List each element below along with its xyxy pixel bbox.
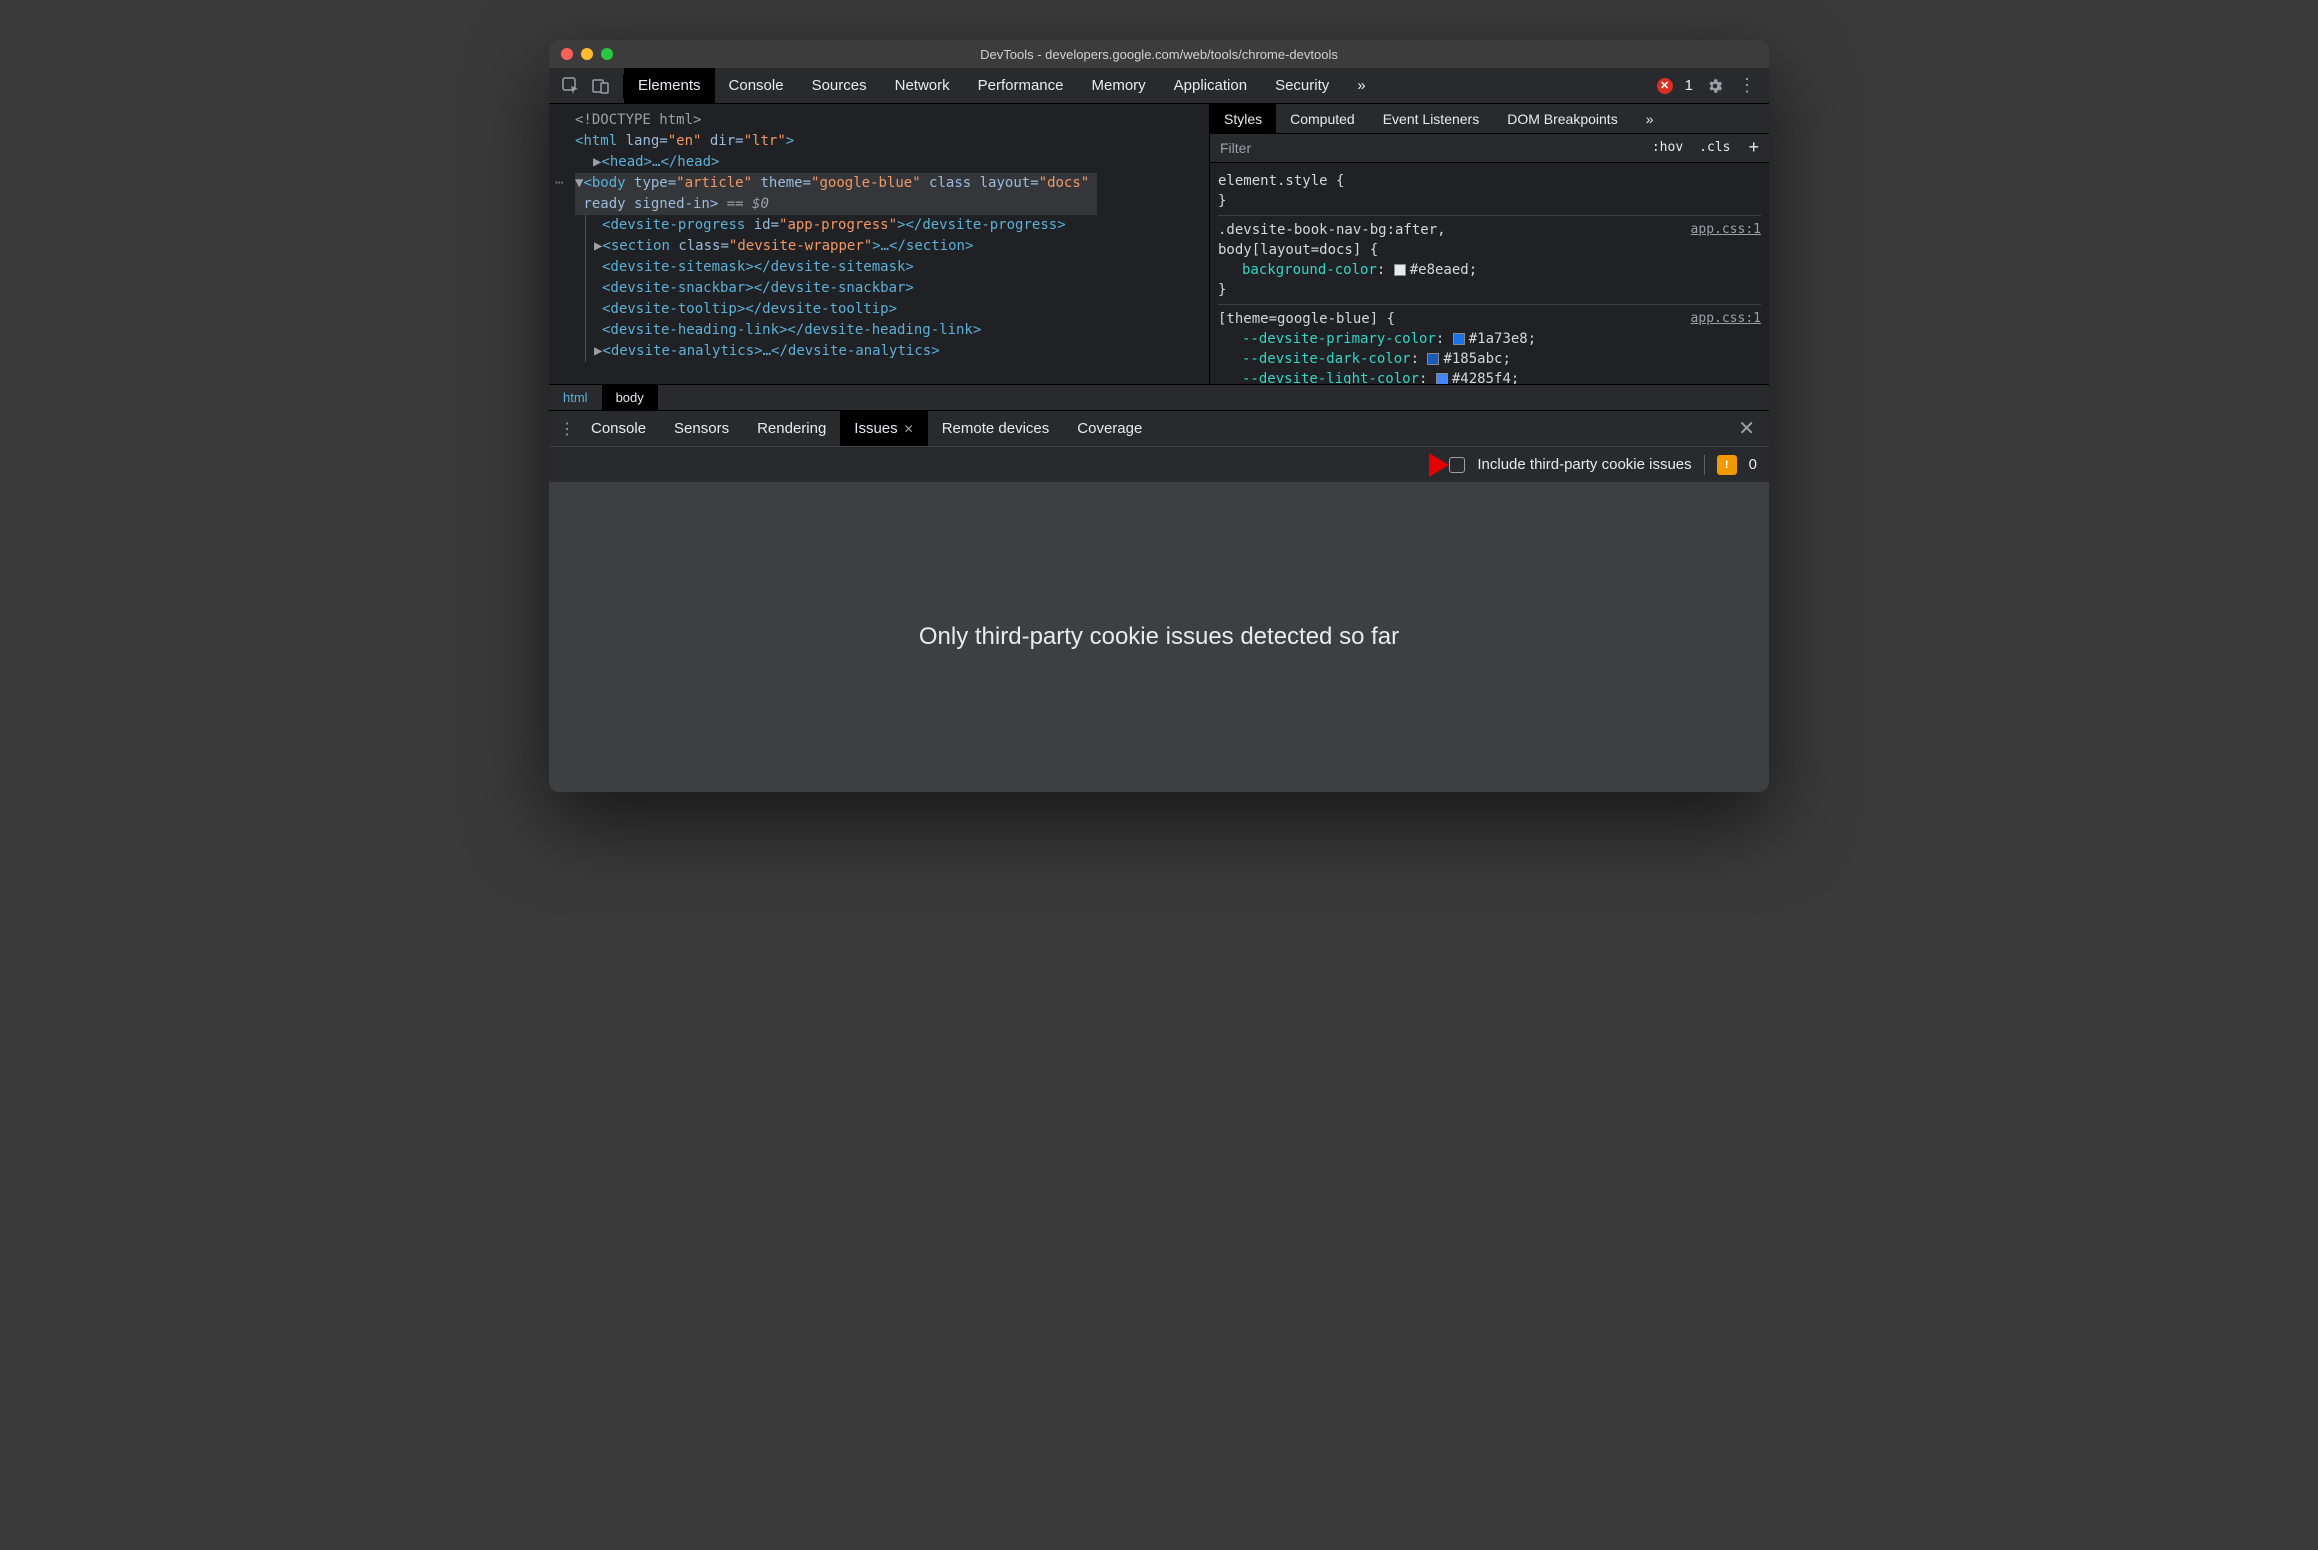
window-title: DevTools - developers.google.com/web/too…: [549, 47, 1769, 62]
color-swatch-icon[interactable]: [1394, 264, 1406, 276]
include-third-party-checkbox[interactable]: [1449, 457, 1465, 473]
color-swatch-icon[interactable]: [1436, 373, 1448, 384]
drawer-tab-console[interactable]: Console: [577, 411, 660, 446]
issues-body: Only third-party cookie issues detected …: [549, 482, 1769, 792]
main-tabs: Elements Console Sources Network Perform…: [624, 68, 1380, 103]
style-rule[interactable]: element.style {}: [1218, 167, 1761, 216]
elements-panel: <!DOCTYPE html> <html lang="en" dir="ltr…: [549, 104, 1769, 384]
error-count[interactable]: 1: [1685, 77, 1693, 94]
main-tab-bar: Elements Console Sources Network Perform…: [549, 68, 1769, 104]
selection-dots-icon: ⋯: [555, 173, 563, 194]
drawer-kebab-icon[interactable]: ⋮: [557, 419, 577, 439]
color-swatch-icon[interactable]: [1427, 353, 1439, 365]
drawer-tab-remote-devices[interactable]: Remote devices: [928, 411, 1064, 446]
subtab-styles[interactable]: Styles: [1210, 104, 1276, 133]
error-badge-icon[interactable]: ✕: [1657, 78, 1673, 94]
tab-sources[interactable]: Sources: [798, 68, 881, 103]
tab-console[interactable]: Console: [715, 68, 798, 103]
close-drawer-icon[interactable]: ✕: [1732, 416, 1761, 441]
dom-node[interactable]: <devsite-sitemask></devsite-sitemask>: [602, 259, 914, 275]
subtab-dom-breakpoints[interactable]: DOM Breakpoints: [1493, 104, 1631, 133]
dom-tree[interactable]: <!DOCTYPE html> <html lang="en" dir="ltr…: [549, 104, 1209, 384]
subtab-computed[interactable]: Computed: [1276, 104, 1369, 133]
dom-body-selected[interactable]: ▼<body type="article" theme="google-blue…: [575, 173, 1097, 215]
tab-elements[interactable]: Elements: [624, 68, 715, 103]
dom-node[interactable]: <devsite-snackbar></devsite-snackbar>: [602, 280, 914, 296]
devtools-window: DevTools - developers.google.com/web/too…: [549, 40, 1769, 792]
issues-empty-message: Only third-party cookie issues detected …: [919, 623, 1399, 651]
inspect-icon[interactable]: [561, 76, 581, 96]
cls-toggle[interactable]: .cls: [1691, 140, 1738, 155]
dom-node[interactable]: <devsite-heading-link></devsite-heading-…: [602, 322, 981, 338]
crumb-body[interactable]: body: [602, 385, 658, 410]
issues-toolbar: Include third-party cookie issues ! 0: [549, 446, 1769, 482]
style-rule[interactable]: app.css:1 .devsite-book-nav-bg:after, bo…: [1218, 216, 1761, 305]
drawer-tab-sensors[interactable]: Sensors: [660, 411, 743, 446]
new-style-rule-icon[interactable]: +: [1738, 137, 1769, 158]
source-link[interactable]: app.css:1: [1691, 309, 1761, 329]
styles-filter-input[interactable]: Filter: [1210, 140, 1644, 156]
style-rule[interactable]: app.css:1 [theme=google-blue] { --devsit…: [1218, 305, 1761, 384]
dom-head[interactable]: <head>…</head>: [601, 154, 719, 170]
tab-performance[interactable]: Performance: [964, 68, 1078, 103]
styles-filter-row: Filter :hov .cls +: [1210, 134, 1769, 162]
tab-network[interactable]: Network: [881, 68, 964, 103]
tabs-overflow-icon[interactable]: »: [1343, 68, 1379, 103]
crumb-html[interactable]: html: [549, 385, 602, 410]
breadcrumb: html body: [549, 384, 1769, 410]
titlebar: DevTools - developers.google.com/web/too…: [549, 40, 1769, 68]
drawer-tab-bar: ⋮ Console Sensors Rendering Issues✕ Remo…: [549, 410, 1769, 446]
style-rules[interactable]: element.style {} app.css:1 .devsite-book…: [1210, 163, 1769, 384]
tab-application[interactable]: Application: [1160, 68, 1261, 103]
tab-security[interactable]: Security: [1261, 68, 1343, 103]
color-swatch-icon[interactable]: [1453, 333, 1465, 345]
styles-subtabs: Styles Computed Event Listeners DOM Brea…: [1210, 104, 1769, 134]
subtabs-overflow-icon[interactable]: »: [1632, 104, 1668, 133]
dom-doctype[interactable]: <!DOCTYPE html>: [575, 112, 701, 128]
drawer-tab-issues[interactable]: Issues✕: [840, 411, 927, 446]
kebab-menu-icon[interactable]: ⋮: [1737, 76, 1757, 96]
settings-gear-icon[interactable]: [1705, 76, 1725, 96]
include-third-party-label[interactable]: Include third-party cookie issues: [1477, 456, 1691, 473]
annotation-arrow-icon: [1399, 449, 1449, 481]
dom-node[interactable]: <devsite-tooltip></devsite-tooltip>: [602, 301, 897, 317]
close-tab-icon[interactable]: ✕: [904, 422, 914, 436]
styles-panel: Styles Computed Event Listeners DOM Brea…: [1209, 104, 1769, 384]
warning-icon[interactable]: !: [1717, 455, 1737, 475]
issues-count: 0: [1749, 456, 1757, 473]
hov-toggle[interactable]: :hov: [1644, 140, 1691, 155]
drawer-tab-coverage[interactable]: Coverage: [1063, 411, 1156, 446]
subtab-event-listeners[interactable]: Event Listeners: [1369, 104, 1494, 133]
device-toggle-icon[interactable]: [591, 76, 611, 96]
source-link[interactable]: app.css:1: [1691, 220, 1761, 240]
drawer-tab-rendering[interactable]: Rendering: [743, 411, 840, 446]
tab-memory[interactable]: Memory: [1078, 68, 1160, 103]
